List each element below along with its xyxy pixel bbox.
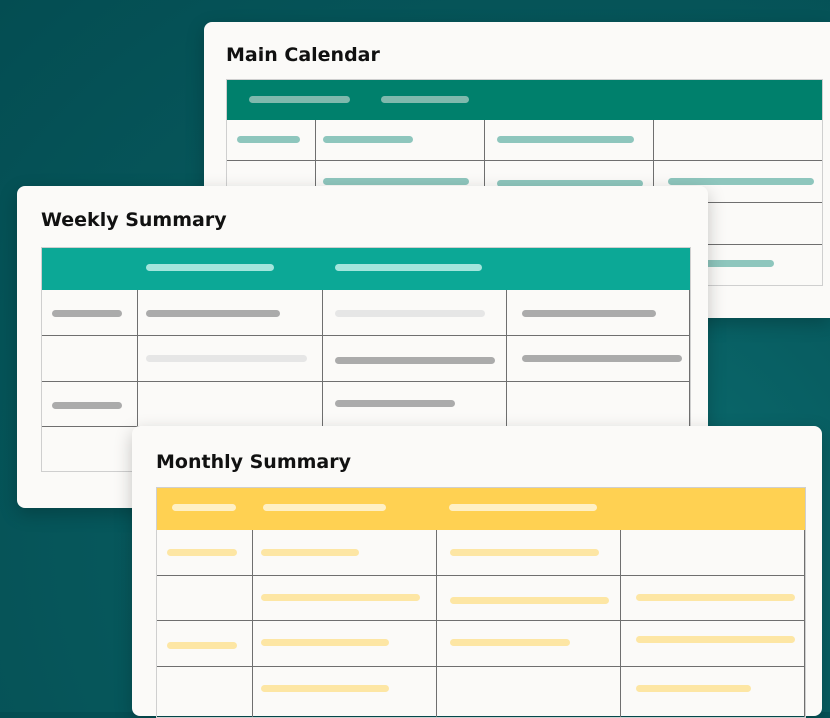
- header-placeholder: [335, 264, 482, 271]
- cell-placeholder: [323, 178, 469, 185]
- cell-placeholder: [323, 136, 413, 143]
- header-placeholder: [381, 96, 469, 103]
- grid-divider: [252, 530, 253, 717]
- grid-divider: [42, 381, 690, 382]
- cell-placeholder: [450, 639, 570, 646]
- grid-divider: [227, 160, 822, 161]
- grid-divider: [804, 530, 805, 717]
- header-placeholder: [146, 264, 274, 271]
- weekly-summary-title: Weekly Summary: [41, 209, 227, 231]
- cell-placeholder: [522, 310, 656, 317]
- grid-divider: [506, 290, 507, 430]
- grid-divider: [157, 575, 805, 576]
- grid-divider: [620, 530, 621, 717]
- cell-placeholder: [335, 310, 485, 317]
- cell-placeholder: [335, 357, 495, 364]
- cell-placeholder: [668, 178, 814, 185]
- cell-placeholder: [636, 685, 751, 692]
- header-placeholder: [263, 504, 386, 511]
- cell-placeholder: [636, 594, 795, 601]
- cell-placeholder: [522, 355, 682, 362]
- monthly-summary-card: Monthly Summary: [132, 426, 822, 718]
- cell-placeholder: [237, 136, 300, 143]
- cell-placeholder: [450, 597, 609, 604]
- cell-placeholder: [261, 549, 359, 556]
- monthly-summary-grid: [156, 487, 806, 718]
- grid-divider: [42, 335, 690, 336]
- canvas: { "cards": { "main": { "title": "Main Ca…: [0, 0, 830, 718]
- monthly-summary-title: Monthly Summary: [156, 451, 351, 473]
- cell-placeholder: [497, 136, 634, 143]
- header-placeholder: [172, 504, 236, 511]
- cell-placeholder: [261, 594, 420, 601]
- cell-placeholder: [167, 549, 237, 556]
- header-placeholder: [449, 504, 597, 511]
- cell-placeholder: [52, 402, 122, 409]
- cell-placeholder: [261, 639, 389, 646]
- header-placeholder: [249, 96, 350, 103]
- cell-placeholder: [146, 310, 280, 317]
- grid-divider: [157, 666, 805, 667]
- cell-placeholder: [52, 310, 122, 317]
- main-calendar-title: Main Calendar: [226, 44, 380, 66]
- cell-placeholder: [261, 685, 389, 692]
- cell-placeholder: [636, 636, 795, 643]
- grid-divider: [157, 620, 805, 621]
- grid-divider: [689, 290, 690, 430]
- grid-divider: [436, 530, 437, 717]
- cell-placeholder: [146, 355, 307, 362]
- cell-placeholder: [450, 549, 599, 556]
- cell-placeholder: [335, 400, 455, 407]
- grid-divider: [322, 290, 323, 430]
- cell-placeholder: [167, 642, 237, 649]
